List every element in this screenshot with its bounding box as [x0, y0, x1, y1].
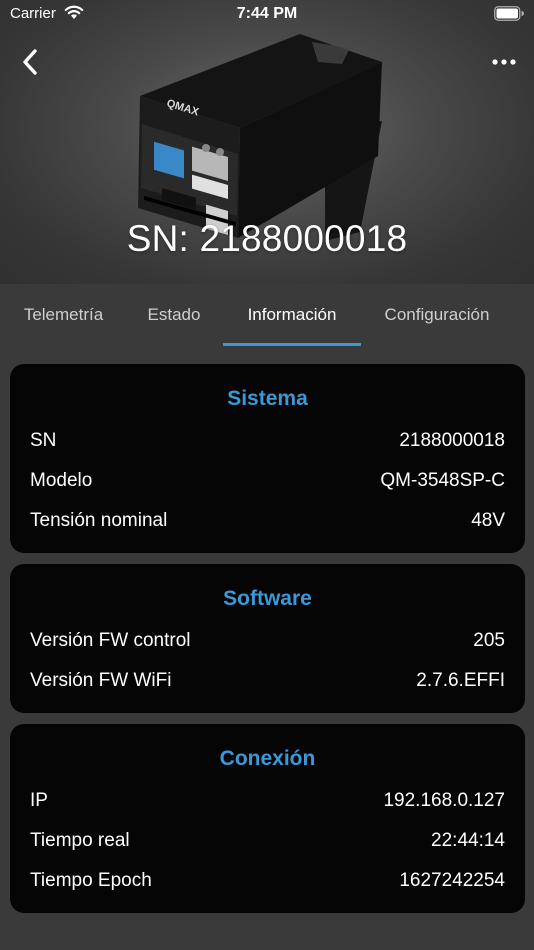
conexion-card: Conexión IP 192.168.0.127 Tiempo real 22…: [10, 724, 525, 913]
info-row: Tiempo Epoch 1627242254: [30, 870, 505, 900]
row-value: 48V: [471, 510, 505, 531]
info-row: Modelo QM-3548SP-C: [30, 470, 505, 500]
header-hero: Carrier 7:44 PM QMAX SN: 2188000018: [0, 0, 534, 284]
tab-bar: Telemetría Estado Información Configurac…: [0, 284, 534, 346]
tab-estado[interactable]: Estado: [128, 284, 220, 346]
tab-informacion[interactable]: Información: [223, 284, 361, 346]
row-value: 2.7.6.EFFI: [416, 670, 505, 691]
more-options-button[interactable]: [488, 48, 520, 76]
tab-configuracion[interactable]: Configuración: [372, 284, 502, 346]
row-label: Versión FW control: [30, 630, 191, 651]
conexion-title: Conexión: [219, 747, 316, 770]
row-label: IP: [30, 790, 48, 811]
battery-icon: [494, 6, 524, 21]
row-label: Tensión nominal: [30, 510, 168, 531]
sistema-card: Sistema SN 2188000018 Modelo QM-3548SP-C…: [10, 364, 525, 553]
row-label: Versión FW WiFi: [30, 670, 172, 691]
row-label: Tiempo Epoch: [30, 870, 152, 891]
sistema-title: Sistema: [227, 387, 308, 410]
info-row: Tensión nominal 48V: [30, 510, 505, 540]
chevron-left-icon: [23, 49, 37, 75]
row-value: 192.168.0.127: [383, 790, 505, 811]
ellipsis-icon: [492, 59, 516, 65]
status-time: 7:44 PM: [236, 5, 298, 22]
info-row: Tiempo real 22:44:14: [30, 830, 505, 860]
row-label: SN: [30, 430, 57, 451]
info-row: IP 192.168.0.127: [30, 790, 505, 820]
row-value: 205: [473, 630, 505, 651]
software-title: Software: [223, 587, 312, 610]
row-value: 2188000018: [399, 430, 505, 451]
back-button[interactable]: [14, 44, 46, 80]
info-row: Versión FW WiFi 2.7.6.EFFI: [30, 670, 505, 700]
page-title: SN: 2188000018: [126, 218, 408, 259]
info-row: SN 2188000018: [30, 430, 505, 460]
info-row: Versión FW control 205: [30, 630, 505, 660]
row-label: Modelo: [30, 470, 93, 491]
tab-telemetria[interactable]: Telemetría: [10, 284, 117, 346]
active-tab-indicator: [223, 343, 361, 346]
row-value: 22:44:14: [431, 830, 505, 851]
device-image: QMAX: [138, 34, 382, 241]
software-card: Software Versión FW control 205 Versión …: [10, 564, 525, 713]
row-value: QM-3548SP-C: [380, 470, 505, 491]
row-value: 1627242254: [399, 870, 505, 891]
row-label: Tiempo real: [30, 830, 130, 851]
